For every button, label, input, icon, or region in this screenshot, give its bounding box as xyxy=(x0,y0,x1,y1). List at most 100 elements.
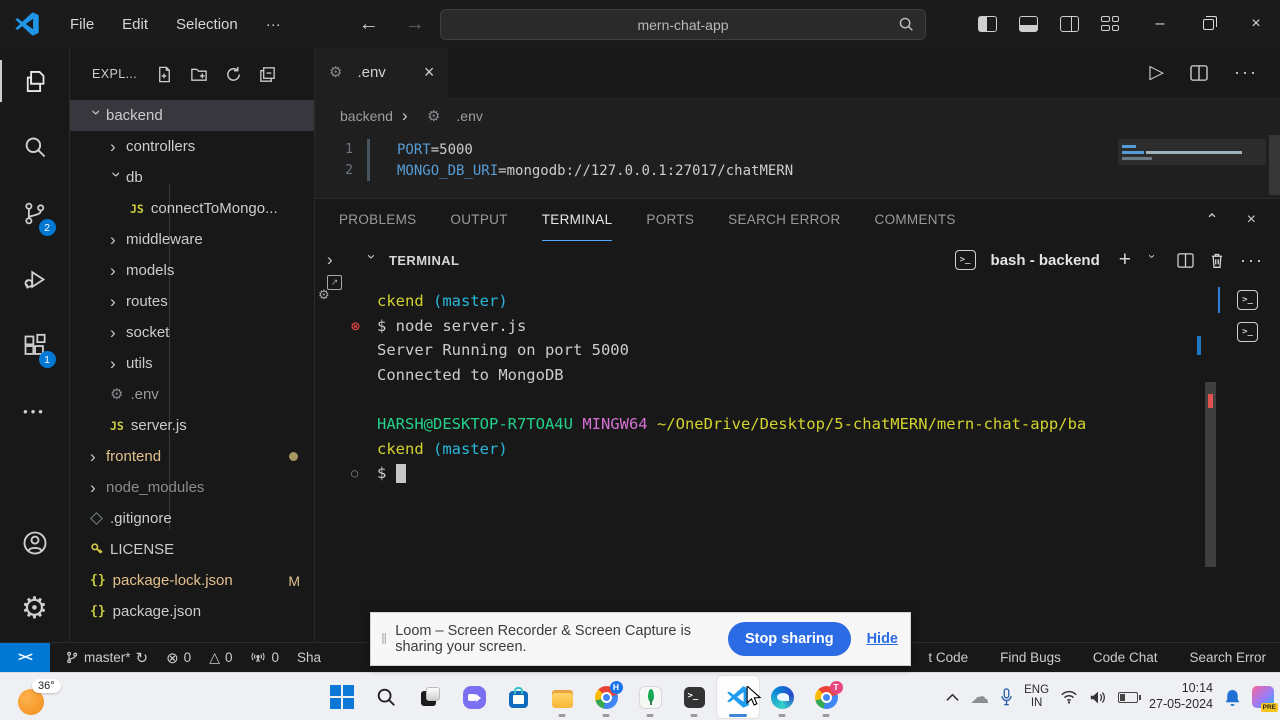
minimize-button[interactable]: – xyxy=(1136,0,1184,48)
status-radio[interactable]: 0 xyxy=(241,643,288,672)
tree-item-package-json[interactable]: {} package.json xyxy=(70,596,314,627)
drag-handle-icon[interactable]: ‖ xyxy=(381,631,387,648)
terminal-scrollbar[interactable] xyxy=(1196,279,1216,642)
panel-tab-ports[interactable]: PORTS xyxy=(646,199,694,241)
tree-item-server-js[interactable]: JS server.js xyxy=(70,410,314,441)
tree-item--env[interactable]: ⚙ .env xyxy=(70,379,314,410)
source-control-icon[interactable]: 2 xyxy=(0,180,70,246)
tree-item-package-lock-json[interactable]: {} package-lock.json M xyxy=(70,565,314,596)
tree-item-routes[interactable]: › routes xyxy=(70,286,314,317)
run-file-icon[interactable]: ▷ xyxy=(1149,61,1164,84)
panel-tab-terminal[interactable]: TERMINAL xyxy=(541,199,613,241)
language-indicator[interactable]: ENG IN xyxy=(1024,684,1049,710)
taskbar-edge-icon[interactable] xyxy=(760,675,804,719)
taskbar-search-icon[interactable] xyxy=(364,675,408,719)
menu-item[interactable]: Edit xyxy=(108,10,162,39)
taskbar-task-view-icon[interactable] xyxy=(408,675,452,719)
status-action-t-code[interactable]: t Code xyxy=(928,650,968,665)
hide-link[interactable]: Hide xyxy=(867,631,898,647)
wifi-icon[interactable] xyxy=(1060,690,1078,704)
breadcrumb[interactable]: backend › ⚙ .env xyxy=(315,97,1280,135)
new-file-icon[interactable] xyxy=(155,65,174,84)
terminal-more-actions-icon[interactable]: ··· xyxy=(1240,250,1264,271)
terminal-profile-chevron-icon[interactable]: › xyxy=(1145,254,1160,270)
restore-button[interactable] xyxy=(1184,0,1232,48)
shell-label[interactable]: bash - backend xyxy=(991,252,1100,269)
taskbar-store-icon[interactable] xyxy=(496,675,540,719)
breadcrumb-file[interactable]: .env xyxy=(456,108,482,124)
additional-views-icon[interactable]: ••• xyxy=(0,378,70,444)
panel-chevron-icon[interactable]: › xyxy=(327,250,343,270)
accounts-icon[interactable] xyxy=(0,510,70,576)
toggle-sidebar-icon[interactable] xyxy=(978,16,997,32)
panel-tab-problems[interactable]: PROBLEMS xyxy=(339,199,416,241)
toggle-panel-icon[interactable] xyxy=(1019,16,1038,32)
notification-bell-icon[interactable] xyxy=(1224,688,1241,707)
panel-tab-search-error[interactable]: SEARCH ERROR xyxy=(728,199,840,241)
command-center-search[interactable]: mern-chat-app xyxy=(440,9,926,40)
breadcrumb-folder[interactable]: backend xyxy=(340,108,393,124)
terminal-body[interactable]: ckend (master) ⊗ $ node server.js Server Ru… xyxy=(315,279,1280,642)
tree-item-middleware[interactable]: › middleware xyxy=(70,224,314,255)
close-button[interactable]: × xyxy=(1232,0,1280,48)
code-editor[interactable]: 1 PORT =5000 2 MONGO_DB_URI =mongodb://127.0.… xyxy=(315,135,1280,198)
status-branch[interactable]: master* ↻ xyxy=(56,643,157,672)
panel-tab-output[interactable]: OUTPUT xyxy=(450,199,507,241)
explorer-icon[interactable] xyxy=(0,48,70,114)
new-terminal-icon[interactable]: + xyxy=(1119,248,1131,272)
status-action-code-chat[interactable]: Code Chat xyxy=(1093,650,1158,665)
editor-scrollbar[interactable] xyxy=(1269,135,1280,195)
nav-forward-icon[interactable]: → xyxy=(405,13,425,36)
collapse-folders-icon[interactable] xyxy=(258,65,277,84)
volume-icon[interactable] xyxy=(1089,690,1107,705)
taskbar-chrome-profile-h-icon[interactable]: H xyxy=(584,675,628,719)
panel-close-icon[interactable]: × xyxy=(1247,211,1256,229)
status-action-find-bugs[interactable]: Find Bugs xyxy=(1000,650,1061,665)
tree-item-socket[interactable]: › socket xyxy=(70,317,314,348)
tab-env[interactable]: ⚙ .env × xyxy=(315,48,449,97)
extensions-icon[interactable]: 1 xyxy=(0,312,70,378)
terminal-section-chevron-icon[interactable]: › xyxy=(363,254,380,270)
editor-more-actions-icon[interactable]: ··· xyxy=(1234,62,1258,83)
toggle-secondary-sidebar-icon[interactable] xyxy=(1060,16,1079,32)
panel-tab-comments[interactable]: COMMENTS xyxy=(875,199,956,241)
split-terminal-icon[interactable] xyxy=(1177,252,1194,268)
status-action-search-error[interactable]: Search Error xyxy=(1189,650,1266,665)
menu-item[interactable]: ··· xyxy=(252,10,295,39)
run-debug-icon[interactable] xyxy=(0,246,70,312)
refresh-icon[interactable] xyxy=(224,65,243,84)
taskbar-mongodb-compass-icon[interactable] xyxy=(628,675,672,719)
search-view-icon[interactable] xyxy=(0,114,70,180)
tab-close-icon[interactable]: × xyxy=(424,62,435,83)
battery-icon[interactable] xyxy=(1118,691,1142,703)
taskbar-chrome-profile-t-icon[interactable]: T xyxy=(804,675,848,719)
microphone-icon[interactable] xyxy=(1000,688,1013,706)
terminal-output[interactable]: ckend (master) ⊗ $ node server.js Server Ru… xyxy=(315,279,1196,642)
customize-layout-icon[interactable] xyxy=(1101,16,1120,32)
taskbar-chat-icon[interactable] xyxy=(452,675,496,719)
tray-chevron-icon[interactable] xyxy=(946,693,959,702)
menu-item[interactable]: File xyxy=(56,10,108,39)
copilot-icon[interactable]: PRE xyxy=(1252,686,1278,712)
tree-item-license[interactable]: LICENSE xyxy=(70,534,314,565)
taskbar-file-explorer-icon[interactable] xyxy=(540,675,584,719)
terminal-tab-2[interactable]: >_ xyxy=(1216,316,1280,348)
tree-item-controllers[interactable]: › controllers xyxy=(70,131,314,162)
stop-sharing-button[interactable]: Stop sharing xyxy=(727,622,851,656)
kill-terminal-icon[interactable] xyxy=(1209,252,1225,269)
status-share-fragment[interactable]: Sha xyxy=(288,643,330,672)
nav-back-icon[interactable]: ← xyxy=(359,13,379,36)
remote-indicator[interactable]: >< xyxy=(0,643,50,672)
tree-item-node-modules[interactable]: › node_modules xyxy=(70,472,314,503)
tree-item-frontend[interactable]: › frontend xyxy=(70,441,314,472)
tree-item-models[interactable]: › models xyxy=(70,255,314,286)
tree-item-utils[interactable]: › utils xyxy=(70,348,314,379)
minimap[interactable] xyxy=(1118,139,1266,195)
panel-maximize-icon[interactable]: ⌃ xyxy=(1205,210,1218,230)
tree-item-db[interactable]: › db xyxy=(70,162,314,193)
taskbar-start-icon[interactable] xyxy=(320,675,364,719)
terminal-scroll-thumb[interactable] xyxy=(1205,382,1216,567)
tree-item--gitignore[interactable]: .gitignore xyxy=(70,503,314,534)
status-warnings[interactable]: △ 0 xyxy=(200,643,241,672)
split-editor-icon[interactable] xyxy=(1190,64,1208,81)
